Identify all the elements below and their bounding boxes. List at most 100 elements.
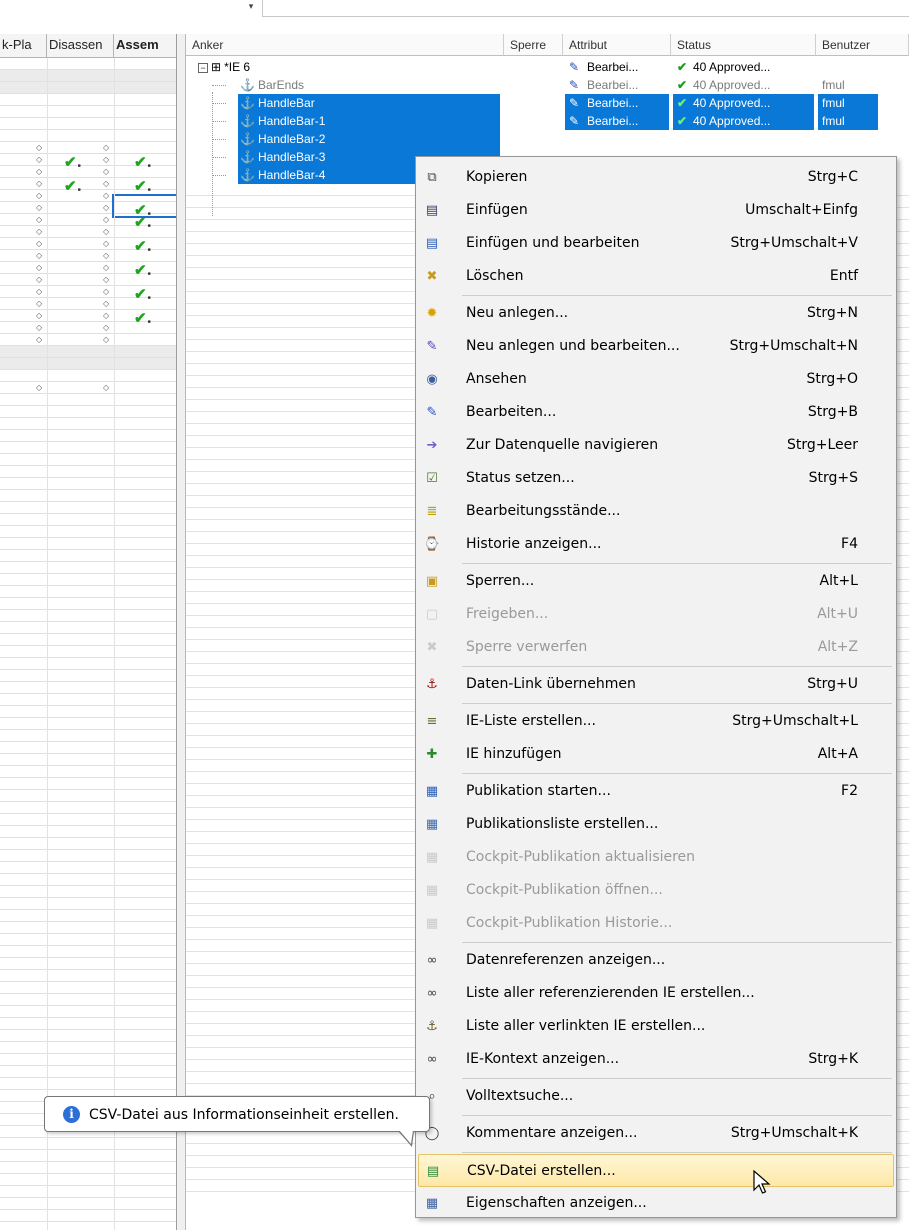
left-grid-row[interactable] (0, 586, 176, 598)
left-grid-row[interactable] (0, 874, 176, 886)
left-grid-row[interactable] (0, 862, 176, 874)
left-grid-row[interactable] (0, 718, 176, 730)
left-grid-row[interactable] (0, 826, 176, 838)
column-header-attribut[interactable]: Attribut (563, 34, 671, 56)
left-grid-row[interactable]: ◇ ◇ (0, 322, 176, 334)
menu-item-cockpit-history[interactable]: ▦ Cockpit-Publikation Historie... (418, 907, 894, 940)
menu-item-cockpit-refresh[interactable]: ▦ Cockpit-Publikation aktualisieren (418, 841, 894, 874)
left-grid-row[interactable] (0, 802, 176, 814)
menu-item-copy[interactable]: ⧉ Kopieren Strg+C (418, 161, 894, 194)
anchor-row[interactable]: ⚓ HandleBar ✎ Bearbei... ✔ 40 Approved... fmul (186, 94, 909, 112)
menu-item-ie-add[interactable]: ✚ IE hinzufügen Alt+A (418, 738, 894, 771)
menu-item-unlock[interactable]: ▢ Freigeben... Alt+U (418, 598, 894, 631)
menu-item-linked-list[interactable]: ⚓ Liste aller verlinkten IE erstellen... (418, 1010, 894, 1043)
tree-root-row[interactable]: − ⊞ *IE 6 ✎ Bearbei... ✔ 40 Approved... (186, 58, 909, 76)
menu-item-paste-edit[interactable]: ▤ Einfügen und bearbeiten Strg+Umschalt+V (418, 227, 894, 260)
menu-item-discard-lock[interactable]: ✖ Sperre verwerfen Alt+Z (418, 631, 894, 664)
left-grid-row[interactable] (0, 766, 176, 778)
left-grid-row[interactable] (0, 1198, 176, 1210)
left-grid-row[interactable] (0, 598, 176, 610)
left-grid-row[interactable] (0, 358, 176, 370)
left-grid-row[interactable] (0, 106, 176, 118)
left-grid-row[interactable] (0, 946, 176, 958)
left-grid-row[interactable]: ◇ ◇ (0, 250, 176, 262)
left-grid-row[interactable] (0, 1042, 176, 1054)
left-grid-row[interactable] (0, 958, 176, 970)
menu-item-navigate-source[interactable]: ➔ Zur Datenquelle navigieren Strg+Leer (418, 429, 894, 462)
left-grid-row[interactable] (0, 838, 176, 850)
column-header-assembly[interactable]: Assem (114, 34, 176, 58)
menu-item-ie-context[interactable]: ∞ IE-Kontext anzeigen... Strg+K (418, 1043, 894, 1076)
pane-splitter[interactable] (177, 34, 186, 1230)
left-grid-row[interactable]: ◇ ◇ (0, 382, 176, 394)
left-grid-row[interactable] (0, 934, 176, 946)
left-grid-row[interactable] (0, 514, 176, 526)
left-grid-row[interactable] (0, 910, 176, 922)
left-grid-row[interactable]: ◇ ◇ (0, 334, 176, 346)
menu-item-data-link[interactable]: ⚓ Daten-Link übernehmen Strg+U (418, 668, 894, 701)
menu-item-new-edit[interactable]: ✎ Neu anlegen und bearbeiten... Strg+Umsch… (418, 330, 894, 363)
left-grid-row[interactable]: ◇ ◇ ✔ (0, 238, 176, 254)
left-grid-row[interactable]: ◇ ◇ (0, 274, 176, 286)
menu-item-ie-list[interactable]: ≡ IE-Liste erstellen... Strg+Umschalt+L (418, 705, 894, 738)
left-grid-row[interactable]: ◇◇✔✔ (0, 154, 176, 170)
menu-item-set-status[interactable]: ☑ Status setzen... Strg+S (418, 462, 894, 495)
left-grid-row[interactable] (0, 538, 176, 550)
left-grid-row[interactable] (0, 778, 176, 790)
menu-item-comments[interactable]: ◯ Kommentare anzeigen... Strg+Umschalt+K (418, 1117, 894, 1150)
left-grid-row[interactable] (0, 994, 176, 1006)
column-header-benutzer[interactable]: Benutzer (816, 34, 909, 56)
left-grid-row[interactable]: ◇ ◇ ✔ (0, 286, 176, 302)
left-grid-row[interactable] (0, 550, 176, 562)
left-grid-row[interactable] (0, 886, 176, 898)
left-grid-row[interactable] (0, 406, 176, 418)
left-grid-row[interactable] (0, 670, 176, 682)
left-grid-row[interactable] (0, 982, 176, 994)
left-grid-row[interactable] (0, 1222, 176, 1230)
anchor-row[interactable]: ⚓ HandleBar-1 ✎ Bearbei... ✔ 40 Approved... fm… (186, 112, 909, 130)
left-grid-row[interactable] (0, 658, 176, 670)
left-grid-row[interactable] (0, 1054, 176, 1066)
left-grid-row[interactable] (0, 898, 176, 910)
left-grid-row[interactable] (0, 1006, 176, 1018)
left-grid-row[interactable] (0, 622, 176, 634)
menu-item-csv-file[interactable]: ▤ CSV-Datei erstellen... (418, 1154, 894, 1187)
left-grid-row[interactable] (0, 754, 176, 766)
left-grid-row[interactable]: ◇◇✔✔ (0, 178, 176, 194)
left-grid-row[interactable]: ◇ ◇ (0, 298, 176, 310)
left-grid-row[interactable] (0, 370, 176, 382)
column-header-disassembly[interactable]: Disassen (47, 34, 114, 58)
left-grid-row[interactable] (0, 1018, 176, 1030)
left-grid-row[interactable] (0, 742, 176, 754)
column-header-k-pla[interactable]: k-Pla (0, 34, 47, 58)
left-grid-row[interactable] (0, 790, 176, 802)
left-grid-row[interactable] (0, 682, 176, 694)
menu-item-edit-states[interactable]: ≣ Bearbeitungsstände... (418, 495, 894, 528)
left-grid-row[interactable] (0, 1174, 176, 1186)
left-grid-row[interactable] (0, 526, 176, 538)
anchor-row[interactable]: ⚓ HandleBar-2 (186, 130, 909, 148)
menu-item-properties[interactable]: ▦ Eigenschaften anzeigen... (418, 1187, 894, 1220)
left-grid-row[interactable] (0, 418, 176, 430)
left-grid-row[interactable] (0, 502, 176, 514)
left-grid-row[interactable] (0, 634, 176, 646)
left-grid-row[interactable]: ◇ ◇ ✔ (0, 262, 176, 278)
left-grid-row[interactable] (0, 814, 176, 826)
column-header-status[interactable]: Status (671, 34, 816, 56)
left-grid-row[interactable] (0, 118, 176, 130)
menu-item-delete[interactable]: ✖ Löschen Entf (418, 260, 894, 293)
menu-item-lock[interactable]: ▣ Sperren... Alt+L (418, 565, 894, 598)
menu-item-new[interactable]: ✹ Neu anlegen... Strg+N (418, 297, 894, 330)
left-grid-row[interactable] (0, 70, 176, 82)
left-grid-row[interactable] (0, 82, 176, 94)
menu-item-referencing-list[interactable]: ∞ Liste aller referenzierenden IE erstell… (418, 977, 894, 1010)
left-grid-row[interactable] (0, 1066, 176, 1078)
left-grid-row[interactable] (0, 94, 176, 106)
left-grid-row[interactable] (0, 574, 176, 586)
menu-item-history[interactable]: ⌚ Historie anzeigen... F4 (418, 528, 894, 561)
menu-item-paste[interactable]: ▤ Einfügen Umschalt+Einfg (418, 194, 894, 227)
left-grid-row[interactable] (0, 130, 176, 142)
left-grid-row[interactable] (0, 442, 176, 454)
left-grid-row[interactable] (0, 394, 176, 406)
column-header-anker[interactable]: Anker (186, 34, 504, 56)
